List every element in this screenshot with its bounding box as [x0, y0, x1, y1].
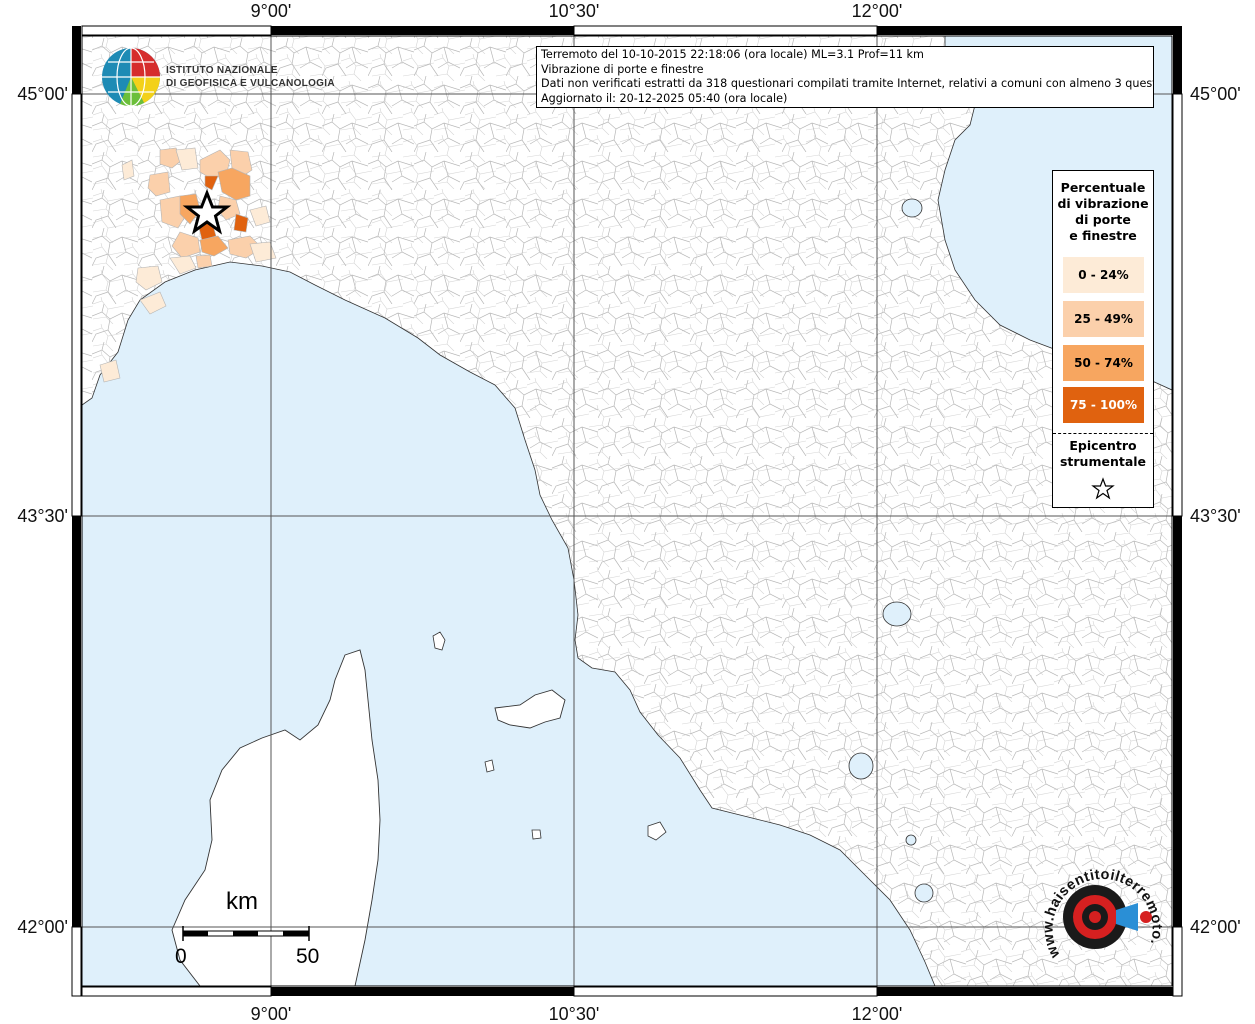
legend-class-75-100: 75 - 100%: [1063, 387, 1144, 423]
scale-end-label: 50: [296, 945, 320, 968]
legend-title: Percentuale di vibrazione di porte e fin…: [1057, 180, 1149, 243]
trasimeno-lake: [882, 601, 912, 627]
scale-unit-label: km: [226, 888, 258, 915]
x-label-bottom-3: 12°00': [852, 1004, 903, 1024]
pianosa-island: [484, 759, 495, 773]
scale-start-label: 0: [175, 945, 187, 968]
legend: Percentuale di vibrazione di porte e fin…: [1052, 170, 1154, 508]
municipality-polygon: [195, 254, 213, 269]
legend-class-0-24: 0 - 24%: [1063, 257, 1144, 293]
event-info-box: Terremoto del 10-10-2015 22:18:06 (ora l…: [536, 46, 1154, 108]
legend-epicenter-label: Epicentro strumentale: [1059, 438, 1147, 469]
y-label-right-1: 45°00': [1190, 84, 1241, 104]
bolsena-lake: [848, 752, 874, 780]
updated-line: Aggiornato il: 20-12-2025 05:40 (ora loc…: [541, 91, 788, 105]
y-label-right-3: 42°00': [1190, 917, 1241, 937]
event-line: Terremoto del 10-10-2015 22:18:06 (ora l…: [541, 48, 924, 61]
star-icon: [1091, 477, 1115, 500]
x-label-bottom-1: 9°00': [251, 1004, 292, 1024]
y-label-left-1: 45°00': [17, 84, 68, 104]
ridracoli-lake: [901, 198, 923, 218]
vico-lake: [905, 834, 917, 846]
haisentito-logo: www.haisentitoilterremoto.it: [1038, 855, 1164, 961]
x-label-top-1: 9°00': [251, 1, 292, 21]
parameter-line: Vibrazione di porte e finestre: [541, 62, 704, 76]
x-label-top-3: 12°00': [852, 1, 903, 21]
y-label-right-2: 43°30': [1190, 506, 1241, 526]
globe-icon: [102, 47, 161, 107]
data-note-line: Dati non verificati estratti da 318 ques…: [541, 77, 1154, 90]
legend-divider: [1053, 433, 1153, 434]
montecristo-island: [531, 829, 542, 840]
x-label-bottom-2: 10°30': [549, 1004, 600, 1024]
x-label-top-2: 10°30': [549, 1, 600, 21]
logo-line-1: ISTITUTO NAZIONALE: [166, 65, 278, 76]
logo-line-2: DI GEOFISICA E VULCANOLOGIA: [166, 78, 335, 89]
y-label-left-2: 43°30': [17, 506, 68, 526]
y-label-left-3: 42°00': [17, 917, 68, 937]
legend-class-50-74: 50 - 74%: [1063, 345, 1144, 381]
legend-class-25-49: 25 - 49%: [1063, 301, 1144, 337]
ingv-logo: ISTITUTO NAZIONALE DI GEOFISICA E VULCAN…: [100, 46, 335, 108]
bracciano-lake: [914, 883, 934, 903]
